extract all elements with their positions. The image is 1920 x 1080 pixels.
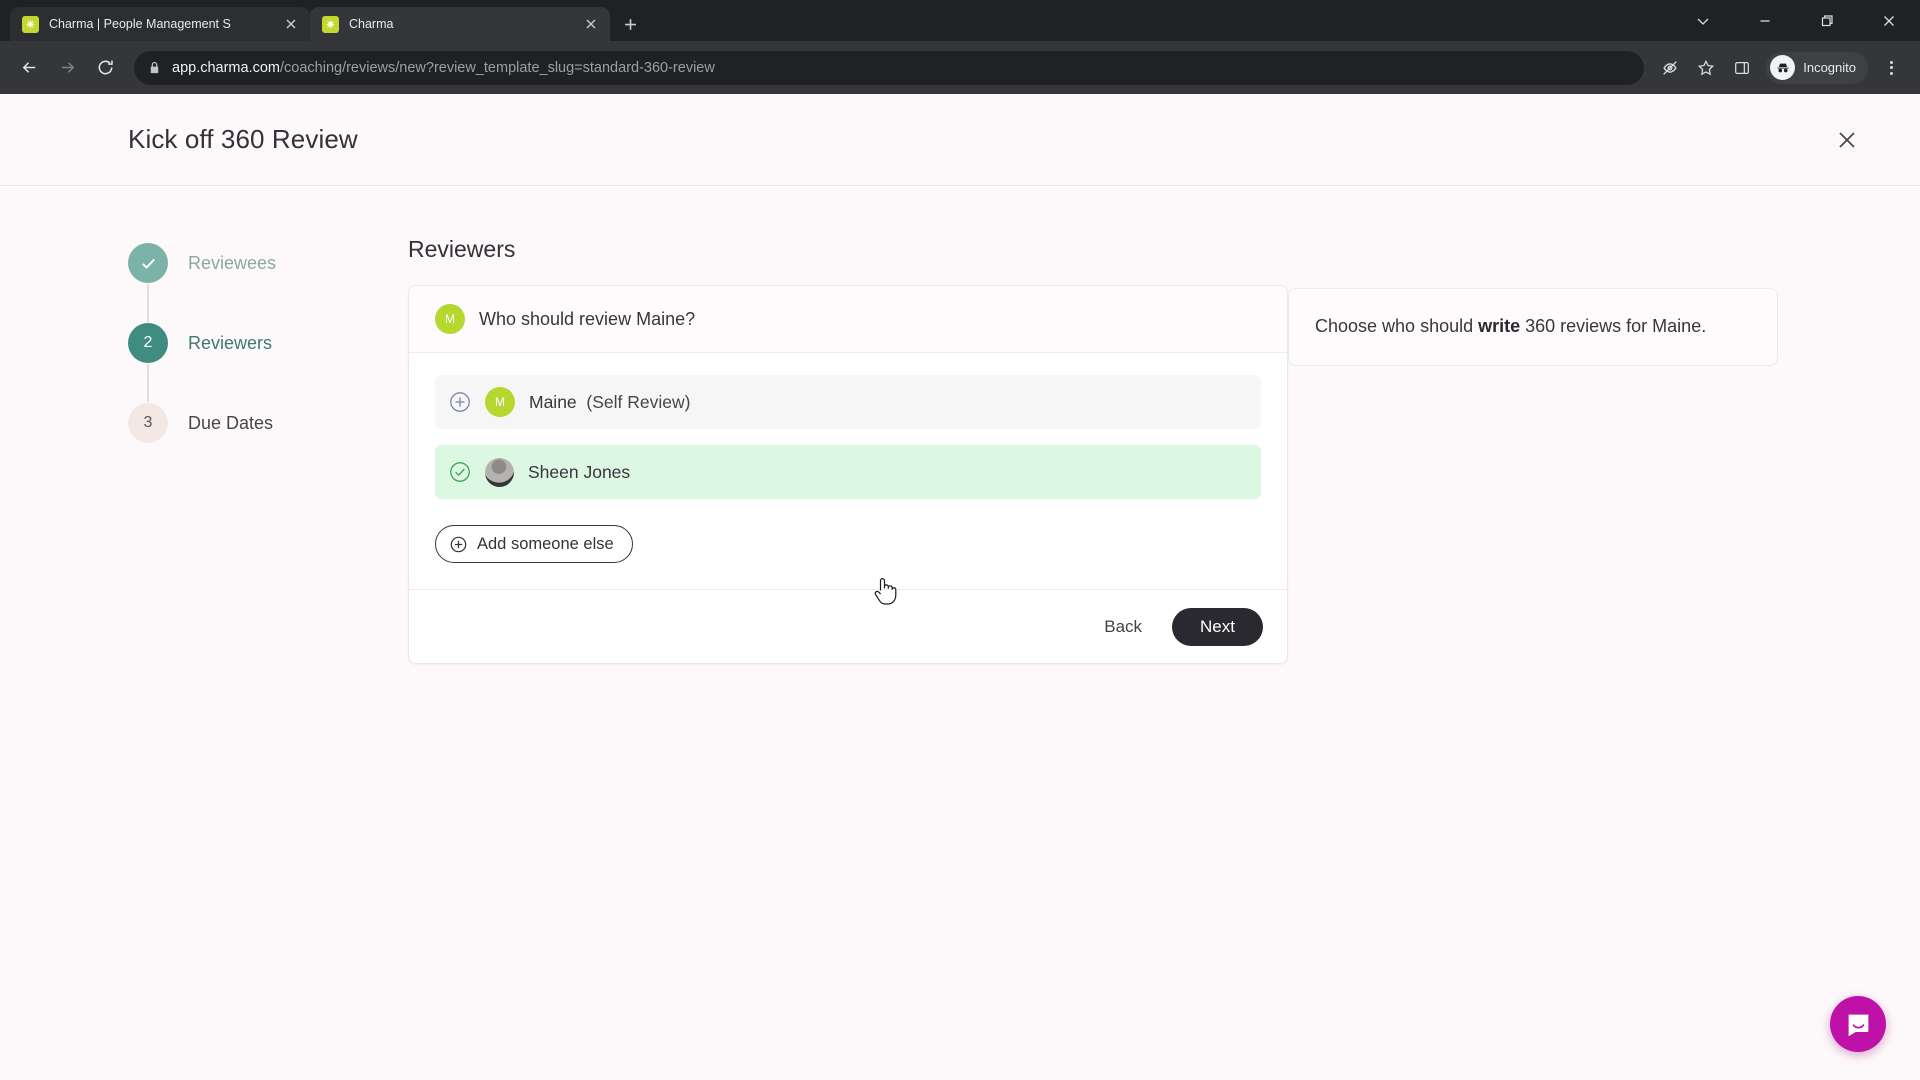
intercom-messenger-icon [1848,1014,1868,1036]
reviewers-column: Reviewers M Who should review Maine? M M… [408,236,1288,664]
stepper-label-reviewers: Reviewers [188,332,273,353]
help-text-after: 360 reviews for Maine. [1520,316,1707,336]
stepper-item-reviewers[interactable]: 2 Reviewers [128,322,408,364]
step-number-badge: 3 [128,403,168,443]
check-circle-icon[interactable] [449,461,471,483]
profile-label: Incognito [1803,60,1856,75]
help-text: Choose who should write 360 reviews for … [1315,313,1751,341]
card-footer: Back Next [409,589,1287,663]
minimize-icon[interactable] [1734,0,1796,41]
tab-close-icon[interactable] [282,15,300,33]
stepper-item-due-dates[interactable]: 3 Due Dates [128,402,408,444]
step-check-icon [128,243,168,283]
incognito-hat-icon [1770,55,1796,80]
bookmark-star-icon[interactable] [1690,52,1722,84]
help-card: Choose who should write 360 reviews for … [1288,288,1778,366]
close-window-icon[interactable] [1858,0,1920,41]
reviewers-question: Who should review Maine? [479,308,696,329]
stepper-item-reviewees[interactable]: Reviewees [128,242,408,284]
browser-tab-2[interactable]: ✷ Charma [310,7,610,41]
reviewer-name: Maine (Self Review) [529,392,690,413]
eye-off-icon[interactable] [1654,52,1686,84]
section-title: Reviewers [408,236,516,262]
avatar [485,457,514,487]
forward-arrow-icon[interactable] [50,51,84,85]
address-bar[interactable]: app.charma.com/coaching/reviews/new?revi… [134,50,1645,85]
browser-window: ✷ Charma | People Management S ✷ Charma [0,0,1920,1080]
reviewer-name-text: Maine [529,391,577,412]
reload-icon[interactable] [88,51,122,85]
modal-body: Reviewees 2 Reviewers 3 Due Dates Review… [0,186,1920,664]
tab-search-chevron-down-icon[interactable] [1672,0,1734,41]
tab-title: Charma | People Management S [49,17,231,31]
page-title: Kick off 360 Review [128,124,358,154]
page-content: Kick off 360 Review Reviewees 2 Reviewer… [0,94,1920,1080]
plus-circle-icon [450,536,467,552]
back-arrow-icon[interactable] [12,51,46,85]
tab-title: Charma [349,17,394,31]
new-tab-button[interactable] [616,10,644,38]
avatar: M [435,304,465,334]
url-text: app.charma.com/coaching/reviews/new?revi… [172,60,715,76]
charma-favicon-icon: ✷ [22,15,39,33]
reviewers-list: M Maine (Self Review) Sheen Jones Add so… [409,353,1287,589]
window-controls [1672,0,1920,41]
modal-header: Kick off 360 Review [0,94,1920,186]
reviewers-card: M Who should review Maine? M Maine (Self… [408,285,1288,664]
step-number-badge: 2 [128,323,168,363]
close-modal-button[interactable] [1830,123,1864,157]
url-domain: app.charma.com [172,59,280,76]
add-someone-else-label: Add someone else [477,534,614,553]
stepper-connector [147,284,149,322]
stepper-connector [147,364,149,402]
reviewer-row-sheen-jones[interactable]: Sheen Jones [435,445,1261,499]
intercom-launcher-button[interactable] [1830,996,1886,1052]
browser-toolbar: app.charma.com/coaching/reviews/new?revi… [0,41,1920,94]
url-path: /coaching/reviews/new?review_template_sl… [280,59,715,76]
charma-favicon-icon: ✷ [322,15,339,33]
reviewer-name-suffix: (Self Review) [586,391,691,412]
reviewer-name: Sheen Jones [528,461,631,482]
stepper-label-reviewees: Reviewees [188,252,277,273]
browser-tab-1[interactable]: ✷ Charma | People Management S [10,7,310,41]
side-panel-icon[interactable] [1726,52,1758,84]
kebab-menu-icon[interactable] [1874,51,1908,85]
back-button[interactable]: Back [1086,607,1160,647]
help-text-emphasis: write [1478,316,1521,336]
plus-circle-icon[interactable] [449,391,471,413]
help-text-before: Choose who should [1315,316,1479,336]
reviewers-card-header: M Who should review Maine? [409,286,1287,353]
tab-close-icon[interactable] [582,15,600,33]
stepper-label-due-dates: Due Dates [188,412,274,433]
help-column: Choose who should write 360 reviews for … [1288,236,1778,664]
tab-strip: ✷ Charma | People Management S ✷ Charma [0,0,1920,41]
add-someone-else-button[interactable]: Add someone else [435,525,633,563]
secure-lock-icon [148,61,161,74]
wizard-stepper: Reviewees 2 Reviewers 3 Due Dates [128,236,408,664]
next-button[interactable]: Next [1172,607,1263,646]
reviewer-row-maine[interactable]: M Maine (Self Review) [435,375,1261,429]
profile-incognito-button[interactable]: Incognito [1766,51,1868,84]
maximize-icon[interactable] [1796,0,1858,41]
avatar: M [485,387,515,417]
